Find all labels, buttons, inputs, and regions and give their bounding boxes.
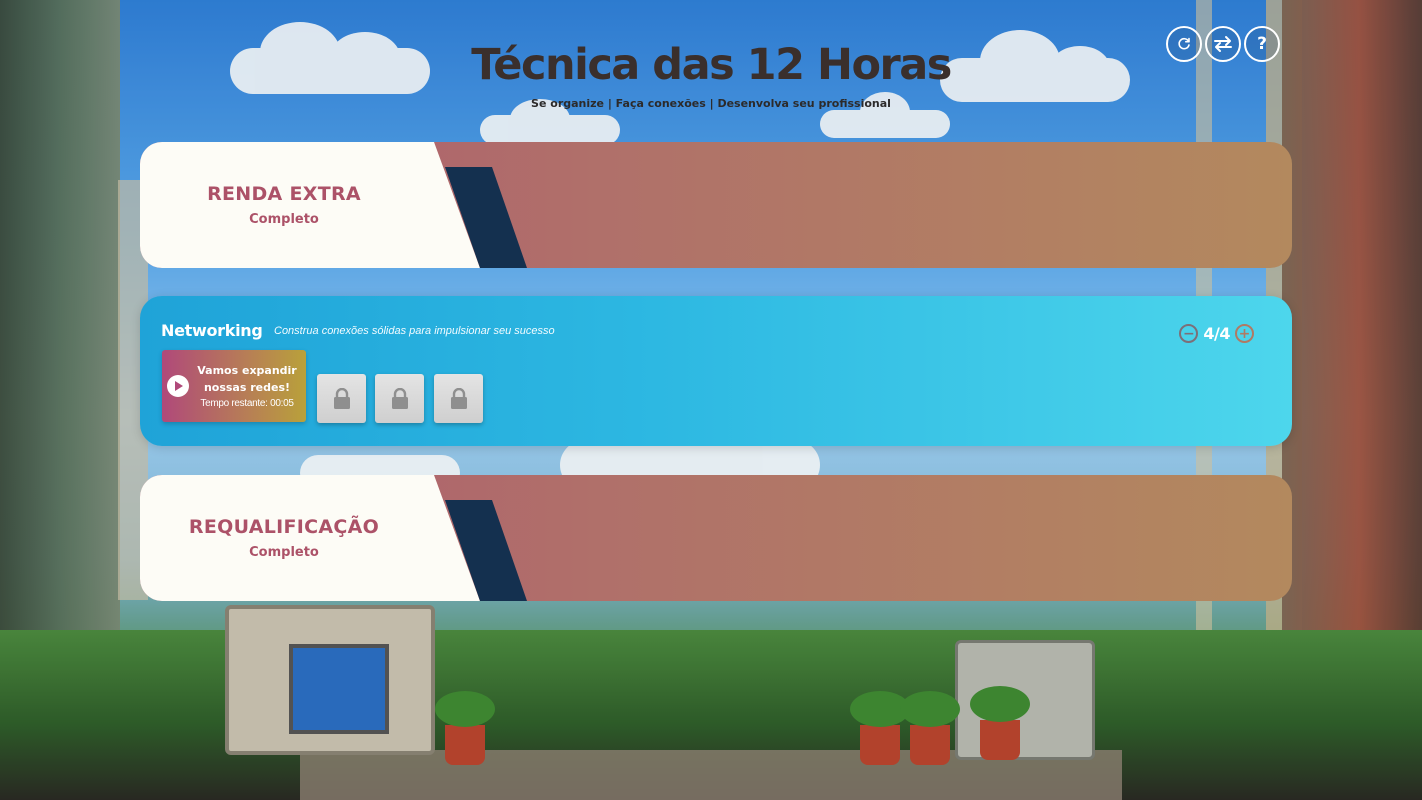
swap-button[interactable] bbox=[1205, 26, 1241, 62]
card-description: Construa conexões sólidas para impulsion… bbox=[274, 325, 555, 337]
toolbar: ? bbox=[1166, 26, 1280, 62]
refresh-icon bbox=[1178, 37, 1190, 50]
card-title: Networking bbox=[161, 321, 263, 340]
increment-button[interactable]: + bbox=[1235, 324, 1254, 343]
decrement-button[interactable]: − bbox=[1179, 324, 1199, 343]
refresh-button[interactable] bbox=[1166, 26, 1202, 62]
locked-task-slot[interactable] bbox=[317, 374, 366, 423]
locked-task-slot[interactable] bbox=[434, 374, 483, 423]
play-icon[interactable] bbox=[167, 375, 189, 397]
minus-icon: − bbox=[1183, 325, 1195, 342]
card-status: Completo bbox=[249, 545, 319, 560]
task-counter: − 4/4 + bbox=[1179, 324, 1254, 343]
help-icon: ? bbox=[1257, 34, 1267, 54]
locked-task-slot[interactable] bbox=[375, 374, 424, 423]
task-timer: Tempo restante: 00:05 bbox=[200, 398, 294, 409]
card-status: Completo bbox=[249, 212, 319, 227]
lock-icon bbox=[450, 387, 467, 409]
page-subtitle: Se organize | Faça conexões | Desenvolva… bbox=[531, 97, 891, 110]
lock-icon bbox=[333, 387, 350, 409]
card-renda-extra[interactable]: RENDA EXTRA Completo bbox=[140, 142, 1292, 268]
card-title: REQUALIFICAÇÃO bbox=[188, 516, 380, 538]
card-requalificacao[interactable]: REQUALIFICAÇÃO Completo bbox=[140, 475, 1292, 601]
help-button[interactable]: ? bbox=[1244, 26, 1280, 62]
card-networking: Networking Construa conexões sólidas par… bbox=[140, 296, 1292, 446]
lock-icon bbox=[391, 387, 408, 409]
card-title: RENDA EXTRA bbox=[207, 183, 361, 205]
task-count: 4/4 bbox=[1203, 324, 1230, 343]
plus-icon: + bbox=[1238, 325, 1251, 342]
swap-icon bbox=[1214, 36, 1232, 52]
task-message: Vamos expandir nossas redes! bbox=[197, 364, 297, 394]
active-task-slot[interactable]: Vamos expandir nossas redes! Tempo resta… bbox=[162, 350, 306, 422]
